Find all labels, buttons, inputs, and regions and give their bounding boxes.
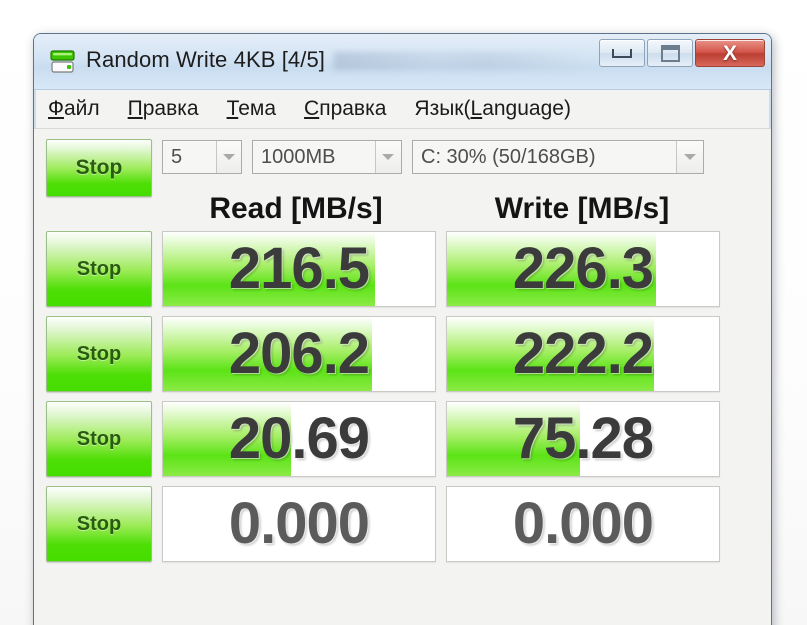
disk-drive-icon: [48, 47, 78, 77]
table-row: Stop 20.69 75.28: [46, 401, 759, 477]
close-button[interactable]: X: [695, 39, 765, 67]
write-result-value: 0.000: [512, 490, 654, 556]
menu-language-post: anguage): [482, 97, 571, 120]
row-stop-label: Stop: [76, 512, 122, 535]
write-result-value: 226.3: [512, 235, 654, 301]
close-icon: X: [722, 41, 737, 65]
column-headers: Read [MB/s] Write [MB/s]: [46, 187, 759, 231]
desktop-background: Random Write 4KB [4/5] X Файл Правка Тем…: [0, 0, 807, 625]
row-stop-label: Stop: [76, 342, 122, 365]
read-result-cell: 20.69: [162, 401, 436, 477]
test-size-value: 1000MB: [261, 145, 336, 168]
row-stop-label: Stop: [76, 427, 122, 450]
menu-edit-accel: П: [127, 97, 143, 120]
read-result-value: 20.69: [228, 405, 370, 471]
title-bar-blur-artifact: [334, 52, 584, 70]
write-result-cell: 226.3: [446, 231, 720, 307]
read-result-cell: 0.000: [162, 486, 436, 562]
minimize-icon: [612, 48, 632, 58]
menu-theme-post: ема: [238, 97, 277, 120]
menu-item-theme[interactable]: Тема: [227, 97, 276, 121]
run-count-select[interactable]: 5: [162, 140, 242, 174]
row-stop-button[interactable]: Stop: [46, 401, 152, 477]
client-area: Stop 5 1000MB C: 30% (50/168GB) Read [MB…: [34, 129, 771, 625]
maximize-button[interactable]: [647, 39, 693, 67]
run-count-value: 5: [171, 145, 183, 168]
menu-edit-post: равка: [142, 97, 199, 120]
table-row: Stop 206.2 222.2: [46, 316, 759, 392]
read-result-value: 216.5: [228, 235, 370, 301]
test-size-dropdown-arrow[interactable]: [374, 141, 401, 173]
window-title: Random Write 4KB [4/5]: [86, 47, 326, 72]
table-row: Stop 0.000 0.000: [46, 486, 759, 562]
read-column-header: Read [MB/s]: [209, 192, 383, 225]
menu-item-file[interactable]: Файл: [48, 97, 100, 121]
write-column-header: Write [MB/s]: [494, 192, 670, 225]
write-result-cell: 75.28: [446, 401, 720, 477]
row-stop-button[interactable]: Stop: [46, 316, 152, 392]
menu-item-help[interactable]: Справка: [304, 97, 386, 121]
menu-file-post: айл: [63, 97, 100, 120]
write-result-cell: 0.000: [446, 486, 720, 562]
row-stop-label: Stop: [76, 257, 122, 280]
write-result-value: 222.2: [512, 320, 654, 386]
crystaldiskmark-window: Random Write 4KB [4/5] X Файл Правка Тем…: [33, 33, 772, 625]
menu-help-accel: С: [304, 97, 320, 120]
all-stop-button[interactable]: Stop: [46, 139, 152, 197]
menu-bar: Файл Правка Тема Справка Язык(Language): [34, 90, 771, 129]
read-result-value: 206.2: [228, 320, 370, 386]
toolbar-row: Stop 5 1000MB C: 30% (50/168GB): [46, 139, 759, 197]
chevron-down-icon: [684, 154, 696, 160]
menu-item-language[interactable]: Язык(Language): [414, 97, 571, 121]
drive-dropdown-arrow[interactable]: [676, 141, 703, 173]
row-stop-button[interactable]: Stop: [46, 486, 152, 562]
chevron-down-icon: [382, 154, 395, 160]
read-result-cell: 216.5: [162, 231, 436, 307]
table-row: Stop 216.5 226.3: [46, 231, 759, 307]
menu-file-accel: Ф: [48, 97, 64, 120]
menu-language-accel: L: [470, 97, 483, 120]
chevron-down-icon: [222, 154, 235, 160]
write-result-cell: 222.2: [446, 316, 720, 392]
menu-help-post: правка: [319, 97, 387, 120]
minimize-button[interactable]: [599, 39, 645, 67]
row-stop-button[interactable]: Stop: [46, 231, 152, 307]
read-result-cell: 206.2: [162, 316, 436, 392]
maximize-icon: [660, 44, 680, 62]
write-result-value: 75.28: [512, 405, 654, 471]
menu-item-edit[interactable]: Правка: [128, 97, 199, 121]
drive-value: C: 30% (50/168GB): [421, 145, 596, 168]
read-result-value: 0.000: [228, 490, 370, 556]
menu-language-pre: Язык(: [414, 97, 471, 120]
run-count-dropdown-arrow[interactable]: [215, 141, 241, 173]
all-stop-label: Stop: [75, 156, 123, 179]
title-bar[interactable]: Random Write 4KB [4/5] X: [34, 34, 771, 90]
drive-select[interactable]: C: 30% (50/168GB): [412, 140, 704, 174]
test-settings: 5 1000MB C: 30% (50/168GB): [162, 139, 714, 174]
window-controls: X: [597, 39, 765, 67]
menu-theme-accel: Т: [226, 97, 239, 120]
test-size-select[interactable]: 1000MB: [252, 140, 402, 174]
